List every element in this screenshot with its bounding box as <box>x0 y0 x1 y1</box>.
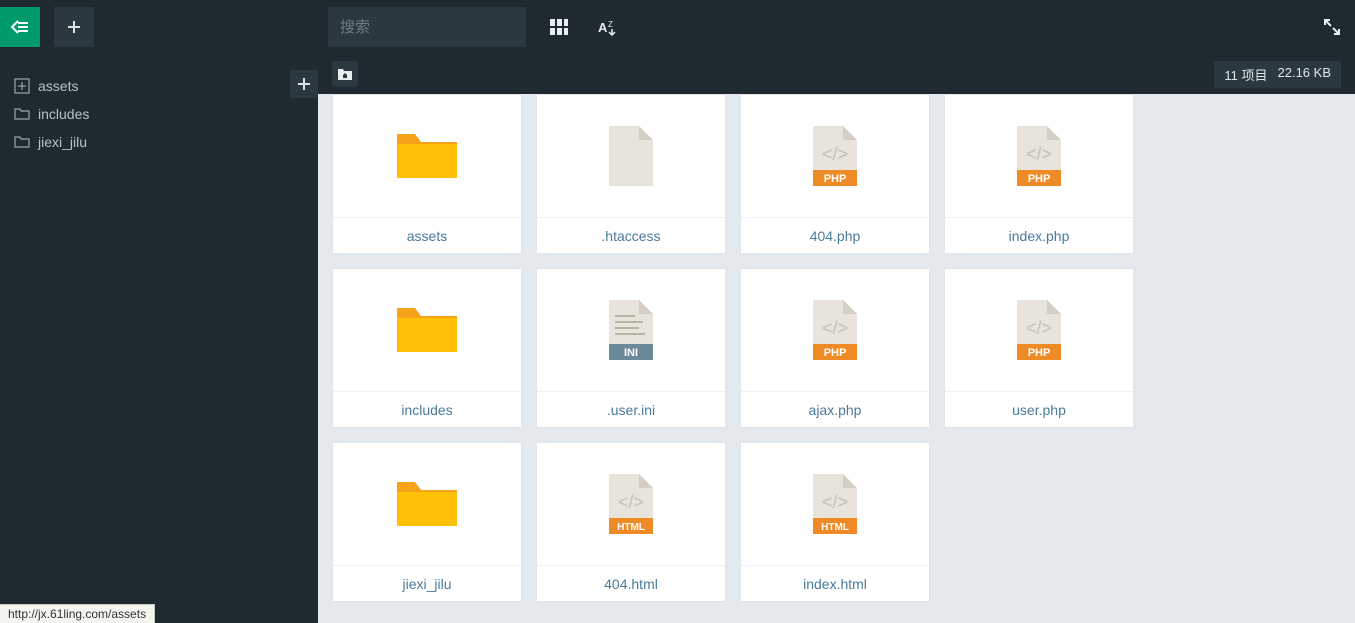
new-tab-button[interactable] <box>54 7 94 47</box>
file-tile[interactable]: 404.html <box>536 442 726 602</box>
html-icon <box>537 443 725 565</box>
file-tile[interactable]: .htaccess <box>536 94 726 254</box>
folder-icon <box>333 95 521 217</box>
folder-icon <box>333 269 521 391</box>
breadcrumb-home[interactable] <box>332 61 358 87</box>
view-grid-button[interactable] <box>548 16 570 38</box>
file-tile[interactable]: jiexi_jilu <box>332 442 522 602</box>
back-button[interactable] <box>0 7 40 47</box>
file-name-label: 404.html <box>537 565 725 601</box>
tree-item-jiexi-jilu[interactable]: jiexi_jilu <box>10 128 318 156</box>
folder-outline-icon <box>14 134 30 150</box>
file-name-label: index.php <box>945 217 1133 253</box>
file-name-label: assets <box>333 217 521 253</box>
ini-icon <box>537 269 725 391</box>
tree-item-includes[interactable]: includes <box>10 100 318 128</box>
search-box[interactable] <box>328 7 526 47</box>
file-tile[interactable]: .user.ini <box>536 268 726 428</box>
file-name-label: user.php <box>945 391 1133 427</box>
svg-text:Z: Z <box>608 20 613 29</box>
php-icon <box>741 269 929 391</box>
fullscreen-button[interactable] <box>1323 0 1341 54</box>
blank-icon <box>537 95 725 217</box>
file-name-label: index.html <box>741 565 929 601</box>
sort-button[interactable]: A Z <box>598 16 620 38</box>
item-count: 11 项目 <box>1224 65 1267 84</box>
breadcrumb-bar: 11 项目 22.16 KB <box>318 54 1355 94</box>
sort-az-icon: A Z <box>598 18 620 36</box>
file-tile[interactable]: user.php <box>944 268 1134 428</box>
file-name-label: ajax.php <box>741 391 929 427</box>
file-name-label: .user.ini <box>537 391 725 427</box>
file-tile[interactable]: index.html <box>740 442 930 602</box>
php-icon <box>945 269 1133 391</box>
plus-icon <box>298 78 310 90</box>
tree-item-label: includes <box>38 106 89 122</box>
svg-text:A: A <box>598 20 608 35</box>
folder-tree: assets includes jiexi_jilu <box>0 54 318 156</box>
topbar: A Z <box>0 0 1355 54</box>
file-tile[interactable]: ajax.php <box>740 268 930 428</box>
plus-icon <box>67 20 81 34</box>
file-name-label: jiexi_jilu <box>333 565 521 601</box>
tree-item-assets[interactable]: assets <box>10 72 318 100</box>
folder-outline-icon <box>14 106 30 122</box>
tree-item-label: assets <box>38 78 78 94</box>
file-grid-area: assets .htaccess 404.php index.php includes.… <box>318 94 1355 623</box>
grid-view-icon <box>550 19 568 35</box>
tree-item-label: jiexi_jilu <box>38 134 87 150</box>
view-controls: A Z <box>548 0 620 54</box>
expand-plus-icon <box>14 78 30 94</box>
php-icon <box>741 95 929 217</box>
html-icon <box>741 443 929 565</box>
sidebar: assets includes jiexi_jilu <box>0 54 318 623</box>
file-tile[interactable]: index.php <box>944 94 1134 254</box>
browser-status-link: http://jx.61ling.com/assets <box>0 604 155 623</box>
file-name-label: includes <box>333 391 521 427</box>
status-info: 11 项目 22.16 KB <box>1214 61 1341 88</box>
expand-icon <box>1323 18 1341 36</box>
total-size: 22.16 KB <box>1278 65 1332 84</box>
home-folder-icon <box>337 67 353 81</box>
file-name-label: 404.php <box>741 217 929 253</box>
search-input[interactable] <box>340 19 514 36</box>
php-icon <box>945 95 1133 217</box>
folder-icon <box>333 443 521 565</box>
sidebar-add-button[interactable] <box>290 70 318 98</box>
back-arrow-icon <box>10 19 30 35</box>
file-tile[interactable]: includes <box>332 268 522 428</box>
file-tile[interactable]: assets <box>332 94 522 254</box>
file-tile[interactable]: 404.php <box>740 94 930 254</box>
file-name-label: .htaccess <box>537 217 725 253</box>
